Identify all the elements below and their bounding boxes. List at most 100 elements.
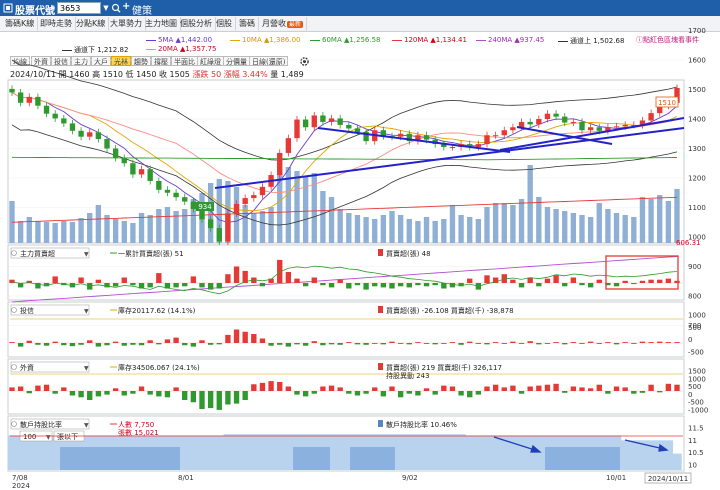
flow-bar — [130, 391, 136, 394]
flow-bar — [173, 337, 179, 343]
flow-bar — [441, 343, 447, 344]
flow-bar — [492, 342, 499, 343]
volume-bar — [372, 219, 378, 243]
flow-bar — [579, 387, 585, 391]
ma10-line — [11, 92, 678, 212]
flow-bar — [311, 341, 317, 343]
foreign-panel-frame — [7, 358, 685, 415]
retail-ratio-bar — [534, 435, 544, 470]
volume-bar — [26, 217, 32, 243]
flow-bar — [95, 391, 102, 397]
flow-bar — [78, 277, 84, 283]
flow-bar — [320, 283, 326, 286]
flow-bar — [397, 283, 404, 287]
flow-bar — [415, 391, 421, 396]
flow-bar — [277, 382, 283, 391]
retail-ratio-bar — [284, 434, 294, 470]
moving-average-lines — [11, 59, 678, 303]
volume-bar — [389, 211, 395, 243]
flow-bar — [631, 283, 637, 285]
flow-bar — [406, 391, 412, 394]
chevron-down-icon: ▼ — [46, 434, 51, 441]
candle-body — [510, 127, 516, 131]
volume-bar — [665, 201, 672, 243]
ratio-highlight-band — [60, 447, 180, 470]
channel-upper-line — [11, 59, 678, 161]
candle-body — [397, 133, 404, 137]
flow-bar — [423, 343, 430, 344]
flow-bar — [389, 283, 395, 289]
flow-bar — [562, 343, 568, 345]
flow-bar — [251, 334, 257, 343]
flow-bar — [484, 386, 490, 391]
volume-bar — [95, 205, 102, 243]
flow-bar — [61, 343, 67, 346]
ratio-highlight-band — [545, 447, 620, 470]
candle-body — [182, 197, 188, 202]
trust-bars — [9, 329, 680, 347]
retail-ratio-area — [7, 434, 682, 470]
chart-area[interactable]: 1700160015001400130012001100100090080070… — [0, 0, 720, 490]
flow-bar — [657, 341, 663, 343]
retail-ratio-bar — [517, 435, 527, 470]
flow-bar — [138, 386, 145, 391]
flow-bar — [648, 342, 654, 343]
flow-bar — [87, 391, 93, 400]
flow-bar — [389, 341, 395, 343]
trust-panel: 投信 ▼ 庫存20117.62 (14.1%) 買賣超(張) -26.108 買… — [9, 304, 706, 357]
flow-bar — [311, 391, 317, 394]
retail-ratio-bar — [465, 435, 475, 470]
candle-body — [423, 135, 430, 140]
flow-bar — [156, 343, 162, 345]
flow-bar — [173, 283, 179, 288]
price-tick-label: 1600 — [688, 57, 706, 65]
volume-bar — [510, 205, 516, 243]
holders-axis: 11.5 11 10.5 10 — [688, 425, 704, 470]
trust-bar-legend: 買賣超(張) -26.108 買賣超(千) -38,878 — [386, 306, 514, 315]
flow-bar — [423, 388, 430, 391]
flow-bar — [380, 283, 387, 288]
flow-bar — [613, 386, 620, 391]
flow-bar — [579, 283, 585, 286]
volume-bar — [657, 195, 663, 243]
trust-axis: 1000 500 0 -500 — [688, 312, 706, 357]
flow-bar — [389, 386, 395, 391]
holders-people-legend: 人數 7,750 — [118, 420, 154, 429]
flow-bar — [95, 343, 102, 347]
flow-bar — [380, 391, 387, 397]
candle-body — [130, 163, 136, 175]
volume-bar — [35, 221, 41, 243]
volume-bar — [52, 223, 58, 243]
price-tick-label: 1100 — [688, 204, 706, 212]
volume-bar — [320, 191, 326, 243]
flow-bar — [631, 343, 637, 344]
main-force-line-legend: 一累計買賣超(張) 51 — [118, 249, 184, 258]
candle-body — [579, 121, 585, 131]
foreign-select-label: 外資 — [20, 363, 34, 372]
candle-body — [121, 157, 127, 164]
volume-bar — [501, 203, 507, 243]
volume-bar — [639, 197, 646, 243]
axis-tick-label: -500 — [688, 349, 704, 357]
flow-bar — [354, 343, 361, 345]
flow-bar — [622, 342, 628, 343]
flow-bar — [544, 278, 551, 283]
volume-bar — [346, 213, 352, 243]
flow-bar — [164, 391, 171, 398]
flow-bar — [294, 343, 300, 345]
flow-bar — [492, 384, 499, 391]
retail-ratio-bar — [508, 435, 518, 470]
flow-bar — [415, 342, 421, 343]
x-label-jul: 7/08 — [12, 474, 28, 482]
flow-bar — [233, 391, 240, 404]
flow-bar — [199, 283, 205, 288]
flow-bar — [285, 343, 292, 347]
volume-bar — [527, 165, 533, 243]
flow-bar — [665, 342, 672, 343]
retail-ratio-bar — [620, 440, 630, 470]
flow-bar — [61, 387, 67, 391]
flow-bar — [596, 279, 602, 283]
flow-bar — [35, 343, 41, 345]
price-tick-label: 900 — [688, 263, 701, 271]
flow-bar — [467, 391, 473, 398]
